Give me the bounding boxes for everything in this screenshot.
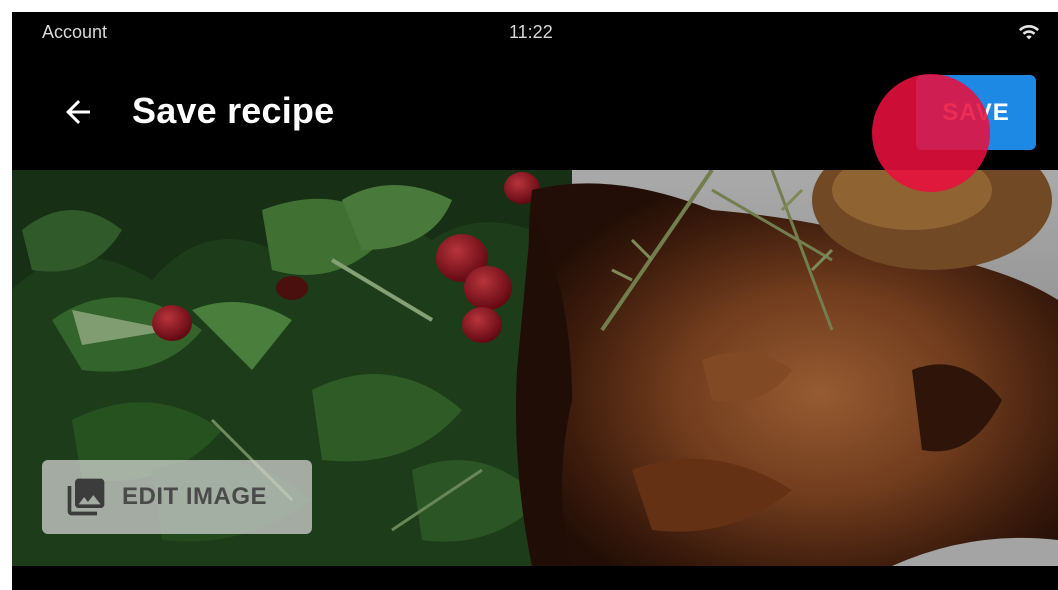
app-bar: Save recipe SAVE bbox=[12, 52, 1058, 170]
status-time: 11:22 bbox=[509, 22, 553, 42]
device-screen: Account 11:22 Save recipe SAVE EDIT IMAG… bbox=[12, 12, 1058, 590]
photo-library-icon bbox=[67, 478, 105, 516]
wifi-icon bbox=[1018, 25, 1040, 40]
page-title: Save recipe bbox=[132, 90, 335, 131]
edit-image-button[interactable]: EDIT IMAGE bbox=[42, 460, 312, 534]
arrow-back-icon bbox=[66, 100, 90, 124]
save-button[interactable]: SAVE bbox=[916, 75, 1036, 150]
edit-image-label: EDIT IMAGE bbox=[122, 483, 268, 510]
recipe-image: EDIT IMAGE bbox=[12, 170, 1058, 566]
status-bar: Account 11:22 bbox=[12, 12, 1058, 52]
bottom-strip bbox=[12, 566, 1058, 590]
status-account-label: Account bbox=[42, 22, 108, 42]
back-button[interactable] bbox=[52, 86, 104, 138]
